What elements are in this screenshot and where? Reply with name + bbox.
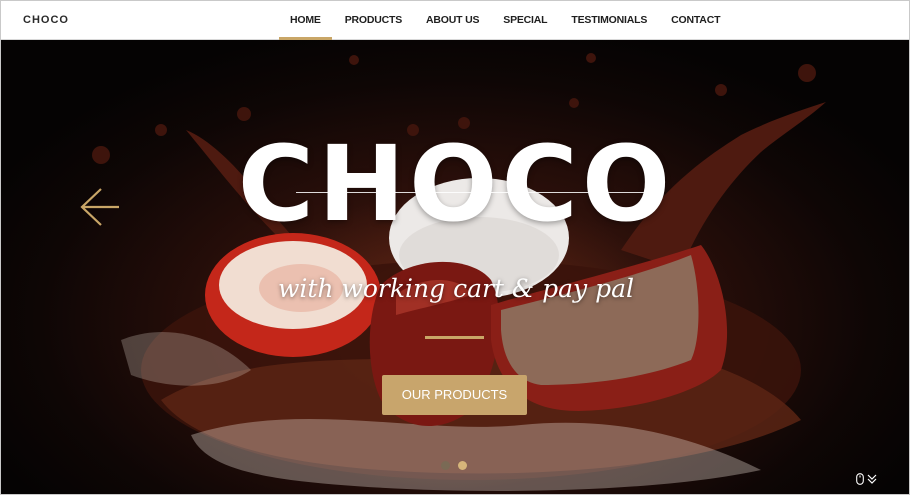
nav-item-contact[interactable]: CONTACT <box>659 1 732 40</box>
hero-background-image <box>92 53 826 491</box>
chocolate-drop <box>237 107 251 121</box>
scroll-down-indicator[interactable] <box>856 473 877 485</box>
browser-viewport: CHOCO HOME PRODUCTS ABOUT US SPECIAL TES… <box>0 0 910 495</box>
chocolate-drop <box>586 53 596 63</box>
hero-title: CHOCO <box>237 123 675 245</box>
title-strike-line <box>296 192 662 193</box>
top-navbar: CHOCO HOME PRODUCTS ABOUT US SPECIAL TES… <box>1 1 909 40</box>
chocolate-drop <box>349 55 359 65</box>
slider-dot-2[interactable] <box>458 461 467 470</box>
main-nav: HOME PRODUCTS ABOUT US SPECIAL TESTIMONI… <box>278 1 732 40</box>
chocolate-drop <box>715 84 727 96</box>
our-products-button[interactable]: OUR PRODUCTS <box>382 375 527 415</box>
chevron-double-down-icon <box>867 474 877 484</box>
site-logo[interactable]: CHOCO <box>23 14 69 26</box>
nav-item-about-us[interactable]: ABOUT US <box>414 1 491 40</box>
mouse-icon <box>856 473 864 485</box>
nav-item-home[interactable]: HOME <box>278 1 333 40</box>
chocolate-drop <box>798 64 816 82</box>
slider-pagination <box>441 461 467 470</box>
nav-item-testimonials[interactable]: TESTIMONIALS <box>559 1 659 40</box>
gold-divider <box>425 336 484 339</box>
hero-slider: CHOCO with working cart & pay pal OUR PR… <box>1 40 909 494</box>
slider-dot-1[interactable] <box>441 461 450 470</box>
chocolate-drop <box>569 98 579 108</box>
nav-item-products[interactable]: PRODUCTS <box>333 1 414 40</box>
hero-subtitle: with working cart & pay pal <box>277 274 635 303</box>
nav-item-special[interactable]: SPECIAL <box>491 1 559 40</box>
